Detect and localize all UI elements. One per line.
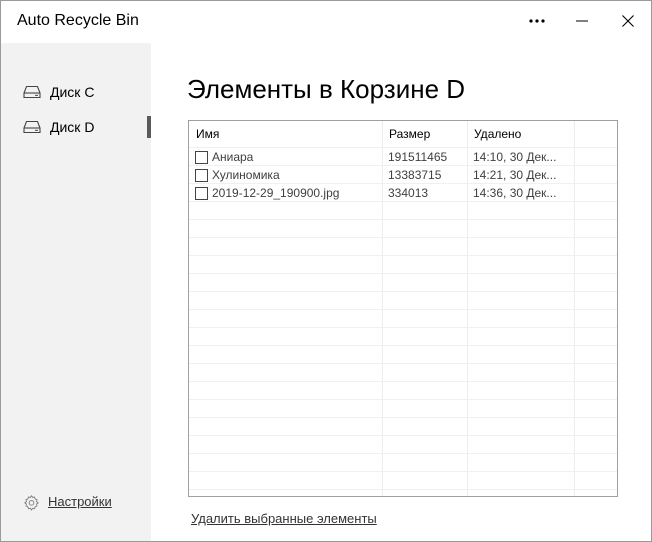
row-divider: [189, 327, 617, 328]
settings-label: Настройки: [48, 494, 112, 509]
row-divider: [189, 381, 617, 382]
row-checkbox[interactable]: [195, 169, 208, 182]
row-divider: [189, 399, 617, 400]
row-divider: [189, 363, 617, 364]
close-button[interactable]: [605, 1, 651, 41]
more-options-button[interactable]: [514, 1, 560, 41]
row-checkbox[interactable]: [195, 187, 208, 200]
table-row[interactable]: 2019-12-29_190900.jpg 334013 14:36, 30 Д…: [189, 184, 574, 202]
page-title: Элементы в Корзине D: [187, 74, 466, 104]
table-row[interactable]: Аниара 191511465 14:10, 30 Дек...: [189, 148, 574, 166]
title-bar[interactable]: Auto Recycle Bin: [1, 1, 651, 43]
file-name: 2019-12-29_190900.jpg: [212, 186, 340, 200]
file-name: Хулиномика: [212, 168, 280, 182]
minimize-icon: [576, 20, 588, 22]
sidebar-item-label: Диск C: [50, 84, 95, 100]
column-header-deleted[interactable]: Удалено: [467, 121, 574, 147]
selected-indicator: [147, 116, 151, 138]
sidebar-item-label: Диск D: [50, 119, 95, 135]
row-divider: [189, 417, 617, 418]
items-table[interactable]: Имя Размер Удалено Аниара 191511465 14:1…: [188, 120, 618, 497]
row-divider: [189, 435, 617, 436]
drive-icon: [23, 85, 41, 99]
row-divider: [189, 471, 617, 472]
row-checkbox[interactable]: [195, 151, 208, 164]
file-size: 334013: [388, 186, 429, 200]
delete-selected-link[interactable]: Удалить выбранные элементы: [191, 511, 377, 526]
row-divider: [189, 273, 617, 274]
row-divider: [189, 219, 617, 220]
app-window: Auto Recycle Bin Диск C Диск D Настройки…: [0, 0, 652, 542]
row-divider: [189, 345, 617, 346]
row-divider: [189, 453, 617, 454]
window-title: Auto Recycle Bin: [17, 12, 139, 29]
row-divider: [189, 237, 617, 238]
deleted-time: 14:36, 30 Дек...: [473, 186, 557, 200]
column-header-name[interactable]: Имя: [189, 121, 382, 147]
sidebar: Диск C Диск D Настройки: [1, 43, 151, 541]
table-row[interactable]: Хулиномика 13383715 14:21, 30 Дек...: [189, 166, 574, 184]
column-header-size[interactable]: Размер: [382, 121, 467, 147]
file-size: 191511465: [388, 150, 448, 164]
gear-icon: [24, 495, 39, 511]
table-header: Имя Размер Удалено: [189, 121, 574, 147]
minimize-button[interactable]: [559, 1, 605, 41]
row-divider: [189, 291, 617, 292]
close-icon: [622, 15, 634, 27]
row-divider: [189, 489, 617, 490]
file-name: Аниара: [212, 150, 254, 164]
drive-icon: [23, 120, 41, 134]
more-horizontal-icon: [529, 19, 545, 23]
sidebar-item-disk-d[interactable]: Диск D: [1, 113, 151, 141]
deleted-time: 14:10, 30 Дек...: [473, 150, 557, 164]
row-divider: [189, 255, 617, 256]
deleted-time: 14:21, 30 Дек...: [473, 168, 557, 182]
sidebar-item-disk-c[interactable]: Диск C: [1, 78, 151, 106]
row-divider: [189, 309, 617, 310]
file-size: 13383715: [388, 168, 442, 182]
